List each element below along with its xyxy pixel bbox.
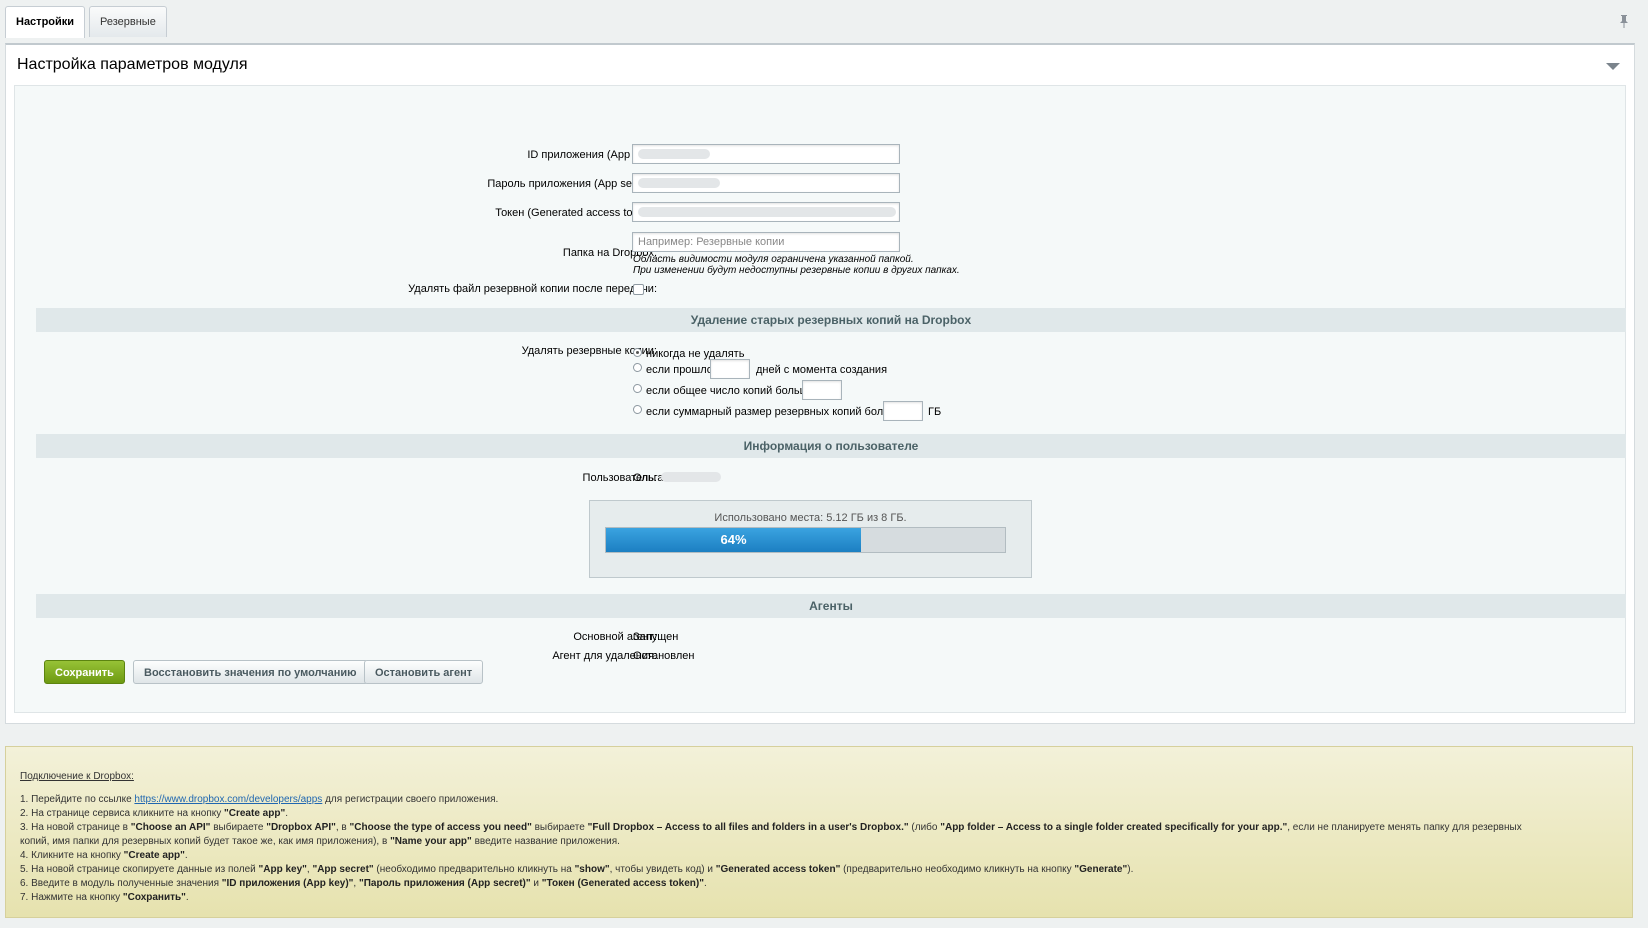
settings-panel: Настройка параметров модуля ID приложени… <box>5 43 1635 724</box>
redacted-value <box>638 207 896 217</box>
main-agent-status: Запущен <box>633 631 679 643</box>
help-step-5: 5. На новой странице скопируете данные и… <box>20 864 1134 875</box>
redacted-value <box>638 178 720 188</box>
count-input[interactable] <box>802 380 842 400</box>
tab-settings[interactable]: Настройки <box>5 6 86 38</box>
user-section-header: Информация о пользователе <box>36 434 1626 458</box>
radio-days-suffix: дней с момента создания <box>756 364 888 376</box>
storage-usage-text: Использовано места: 5.12 ГБ из 8 ГБ. <box>714 512 907 524</box>
radio-days-label: если прошло <box>646 364 713 376</box>
panel-title: Настройка параметров модуля <box>17 56 248 73</box>
help-step-1: 1. Перейдите по ссылке https://www.dropb… <box>20 794 499 805</box>
radio-count[interactable] <box>633 384 642 393</box>
storage-progress-label: 64% <box>720 532 747 547</box>
pin-icon[interactable] <box>1618 14 1630 28</box>
radio-size[interactable] <box>633 405 642 414</box>
settings-form: ID приложения (App key): Пароль приложен… <box>14 85 1626 713</box>
radio-days[interactable] <box>633 363 642 372</box>
collapse-arrow-icon[interactable] <box>1606 63 1620 70</box>
save-button[interactable]: Сохранить <box>44 660 125 684</box>
user-name: Ольга <box>633 472 664 484</box>
stop-agent-button[interactable]: Остановить агент <box>364 660 484 684</box>
help-box: Подключение к Dropbox: 1. Перейдите по с… <box>5 746 1633 918</box>
help-step-2: 2. На странице сервиса кликните на кнопк… <box>20 808 288 819</box>
help-step-3-cont: копий, имя папки для резервных копий буд… <box>20 836 620 847</box>
delete-agent-status: Остановлен <box>633 650 695 662</box>
delete-after-checkbox[interactable] <box>633 284 644 295</box>
folder-hint-1: Область видимости модуля ограничена указ… <box>633 254 914 265</box>
help-step-7: 7. Нажмите на кнопку "Сохранить". <box>20 892 189 903</box>
size-input[interactable] <box>883 401 923 421</box>
folder-hint-2: При изменении будут недоступны резервные… <box>633 265 960 276</box>
tab-backups[interactable]: Резервные копии <box>89 6 167 58</box>
dropbox-apps-link[interactable]: https://www.dropbox.com/developers/apps <box>134 794 322 805</box>
delete-after-label: Удалять файл резервной копии после перед… <box>408 283 657 295</box>
storage-progress-bar: 64% <box>605 527 1006 553</box>
radio-never[interactable] <box>633 348 642 357</box>
redacted-value <box>638 149 710 159</box>
help-step-3: 3. На новой странице в "Choose an API" в… <box>20 822 1522 833</box>
redacted-value <box>661 472 721 482</box>
restore-defaults-button[interactable]: Восстановить значения по умолчанию <box>133 660 368 684</box>
help-step-4: 4. Кликните на кнопку "Create app". <box>20 850 188 861</box>
radio-count-label: если общее число копий больше <box>646 385 815 397</box>
agents-section-header: Агенты <box>36 594 1626 618</box>
size-unit: ГБ <box>928 406 942 418</box>
storage-usage-box: Использовано места: 5.12 ГБ из 8 ГБ. 64% <box>589 500 1032 578</box>
cleanup-section-header: Удаление старых резервных копий на Dropb… <box>36 308 1626 332</box>
help-title: Подключение к Dropbox: <box>20 771 134 782</box>
days-input[interactable] <box>710 359 750 379</box>
help-step-6: 6. Введите в модуль полученные значения … <box>20 878 707 889</box>
radio-size-label: если суммарный размер резервных копий бо… <box>646 406 904 418</box>
folder-input[interactable] <box>632 232 900 252</box>
